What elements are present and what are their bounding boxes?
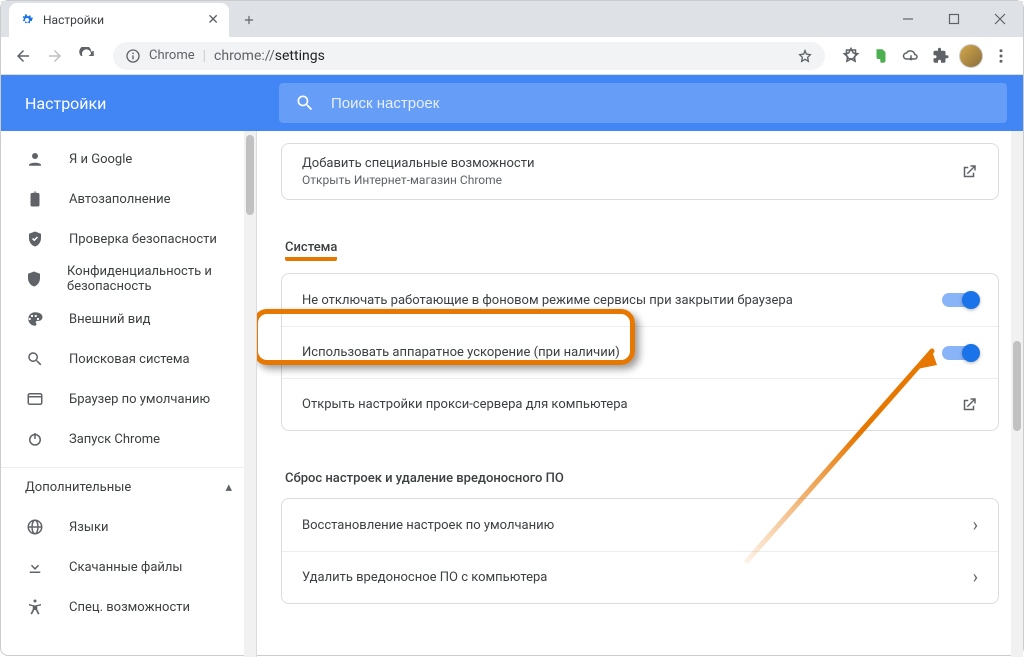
back-button[interactable] (9, 42, 37, 70)
row-label: Не отключать работающие в фоновом режиме… (302, 293, 793, 308)
sidebar-item-safety-check[interactable]: Проверка безопасности (1, 219, 256, 259)
globe-icon (25, 518, 45, 536)
launch-icon (960, 396, 978, 414)
add-accessibility-row[interactable]: Добавить специальные возможности Открыть… (282, 144, 998, 199)
sidebar-item-default-browser[interactable]: Браузер по умолчанию (1, 379, 256, 419)
launch-icon (960, 163, 978, 181)
accessibility-card: Добавить специальные возможности Открыть… (281, 143, 999, 200)
sidebar-item-on-startup[interactable]: Запуск Chrome (1, 419, 256, 459)
url-path: settings (275, 48, 325, 64)
close-window-button[interactable] (977, 1, 1023, 37)
search-icon (25, 350, 45, 368)
restore-defaults-row[interactable]: Восстановление настроек по умолчанию › (282, 499, 998, 551)
forward-button[interactable] (41, 42, 69, 70)
background-services-row[interactable]: Не отключать работающие в фоновом режиме… (282, 274, 998, 326)
close-icon[interactable]: ✕ (207, 12, 219, 28)
sidebar-advanced-toggle[interactable]: Дополнительные ▴ (1, 467, 256, 507)
settings-search-input[interactable] (331, 95, 991, 112)
person-icon (25, 150, 45, 168)
power-icon (25, 430, 45, 448)
extensions-icon[interactable] (927, 42, 955, 70)
cloud-download-icon[interactable] (897, 42, 925, 70)
row-label: Удалить вредоносное ПО с компьютера (302, 570, 547, 585)
new-tab-button[interactable] (235, 6, 263, 34)
sidebar-item-downloads[interactable]: Скачанные файлы (1, 547, 256, 587)
evernote-icon[interactable] (867, 42, 895, 70)
reset-card: Восстановление настроек по умолчанию › У… (281, 498, 999, 604)
maximize-button[interactable] (931, 1, 977, 37)
reset-section-title: Сброс настроек и удаление вредоносного П… (281, 455, 999, 498)
hardware-acceleration-row[interactable]: Использовать аппаратное ускорение (при н… (282, 326, 998, 378)
profile-avatar[interactable] (957, 42, 985, 70)
toggle-switch[interactable] (942, 293, 978, 307)
site-info-icon[interactable] (125, 48, 141, 64)
tab-title: Настройки (43, 13, 199, 27)
settings-sidebar: Я и Google Автозаполнение Проверка безоп… (1, 131, 257, 657)
sidebar-item-you-and-google[interactable]: Я и Google (1, 139, 256, 179)
row-label: Восстановление настроек по умолчанию (302, 518, 554, 533)
browser-icon (25, 390, 45, 408)
accessibility-icon (25, 598, 45, 616)
gear-icon (19, 12, 35, 28)
proxy-settings-row[interactable]: Открыть настройки прокси-сервера для ком… (282, 378, 998, 430)
system-section-title: Система (281, 224, 999, 273)
shield-check-icon (25, 230, 45, 248)
settings-header: Настройки (1, 75, 1023, 131)
main-scrollbar[interactable] (1011, 131, 1023, 657)
page-title: Настройки (25, 94, 279, 113)
bookmark-star-icon[interactable] (797, 48, 813, 64)
sidebar-item-appearance[interactable]: Внешний вид (1, 299, 256, 339)
row-label: Использовать аппаратное ускорение (при н… (302, 345, 620, 360)
sidebar-item-search-engine[interactable]: Поисковая система (1, 339, 256, 379)
sidebar-item-languages[interactable]: Языки (1, 507, 256, 547)
browser-tab-active[interactable]: Настройки ✕ (9, 3, 229, 37)
search-icon (295, 93, 315, 113)
settings-search[interactable] (279, 83, 1007, 123)
minimize-button[interactable] (885, 1, 931, 37)
chevron-right-icon: › (973, 567, 978, 588)
url-scheme-label: Chrome (149, 48, 195, 63)
address-bar[interactable]: Chrome | chrome://settings (113, 42, 825, 70)
reload-button[interactable] (73, 42, 101, 70)
download-icon (25, 558, 45, 576)
chevron-right-icon: › (973, 515, 978, 536)
row-subtitle: Открыть Интернет-магазин Chrome (302, 173, 502, 187)
sidebar-item-privacy[interactable]: Конфиденциальность и безопасность (1, 259, 256, 299)
settings-main: Добавить специальные возможности Открыть… (257, 131, 1023, 657)
row-title: Добавить специальные возможности (302, 156, 535, 171)
menu-kebab-icon[interactable] (987, 42, 1015, 70)
sidebar-item-autofill[interactable]: Автозаполнение (1, 179, 256, 219)
browser-toolbar: Chrome | chrome://settings (1, 37, 1023, 75)
system-card: Не отключать работающие в фоновом режиме… (281, 273, 999, 431)
toggle-switch[interactable] (942, 346, 978, 360)
sidebar-scrollbar[interactable] (244, 131, 256, 657)
row-label: Открыть настройки прокси-сервера для ком… (302, 397, 628, 412)
shield-icon (25, 270, 43, 288)
window-controls (885, 1, 1023, 37)
palette-icon (25, 310, 45, 328)
chevron-up-icon: ▴ (225, 480, 232, 495)
pocket-icon[interactable] (837, 42, 865, 70)
sidebar-item-accessibility[interactable]: Спец. возможности (1, 587, 256, 627)
window-titlebar: Настройки ✕ (1, 1, 1023, 37)
clipboard-icon (25, 190, 45, 208)
url-prefix: chrome:// (214, 48, 275, 64)
cleanup-computer-row[interactable]: Удалить вредоносное ПО с компьютера › (282, 551, 998, 603)
